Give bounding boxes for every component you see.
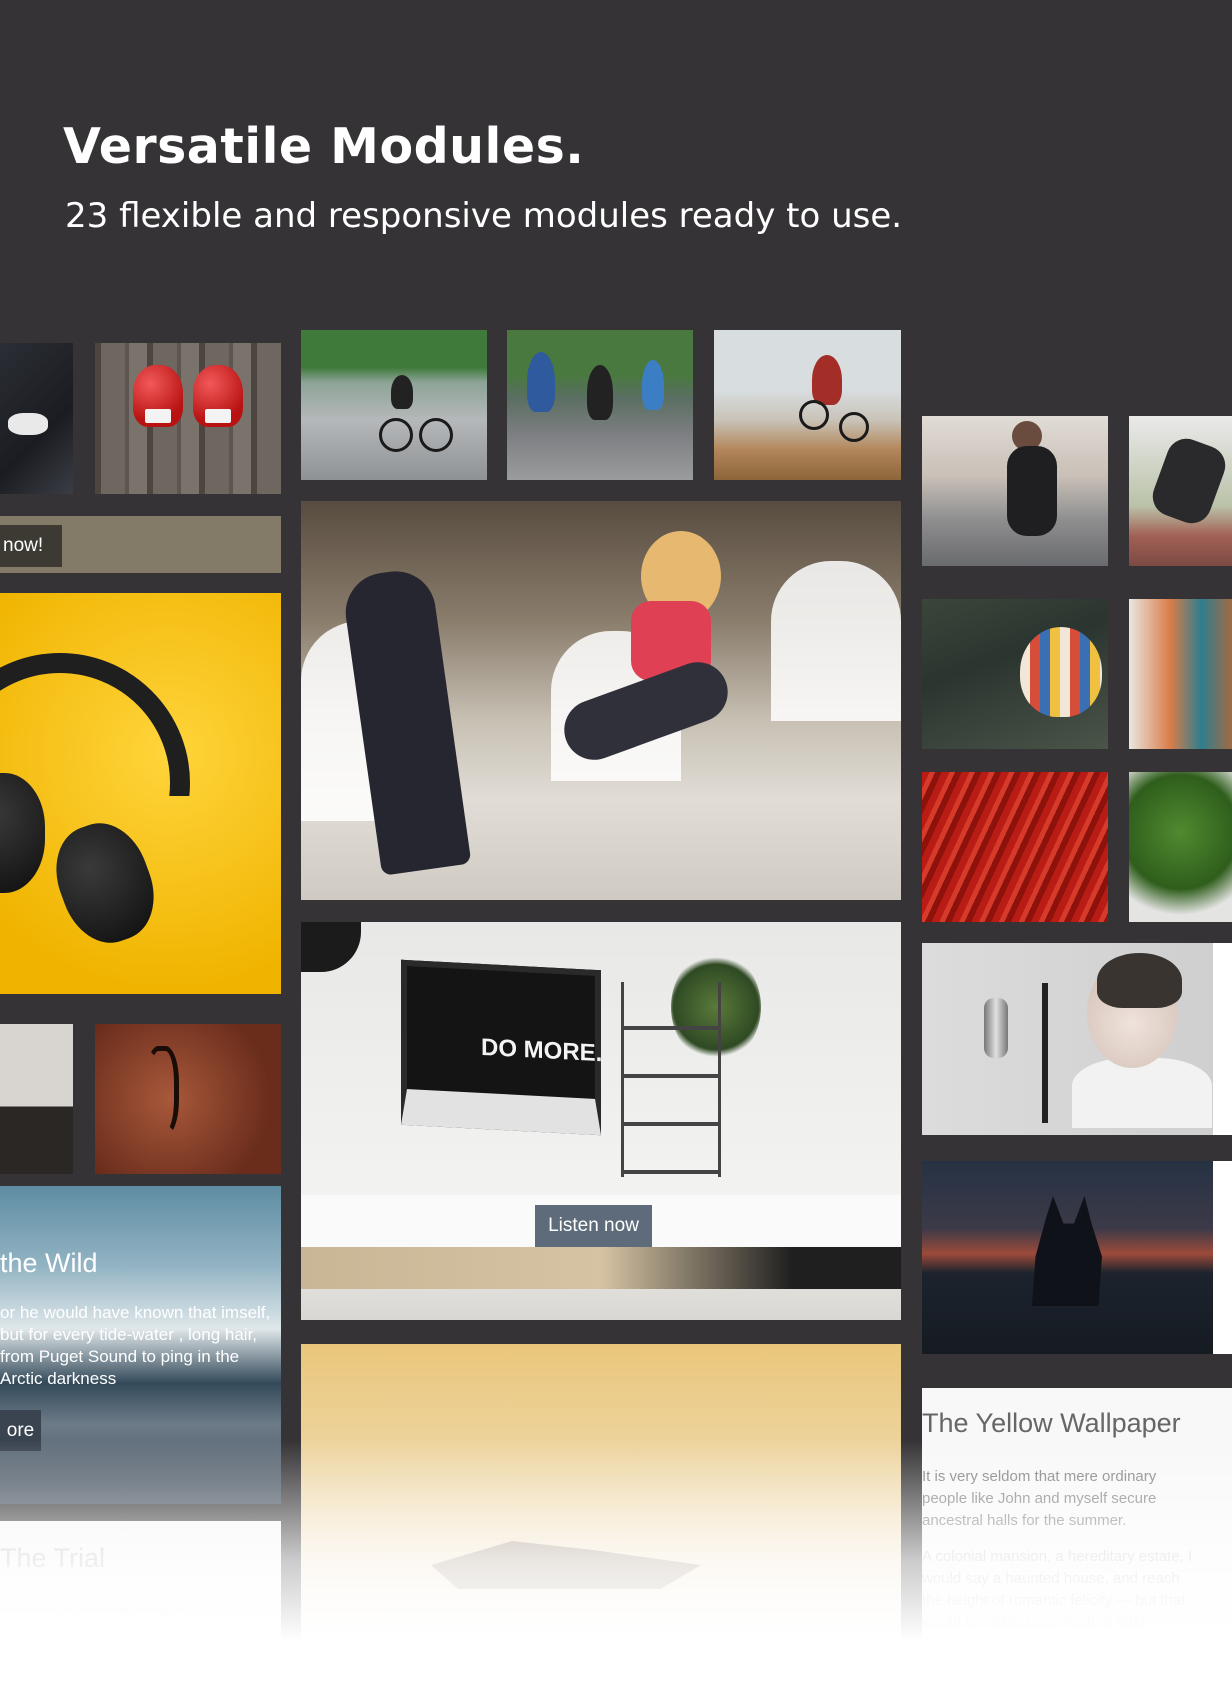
boxing-gloves-photo — [95, 343, 281, 494]
trial-card: The Trial omeone must have been telling … — [0, 1521, 281, 1708]
runner-body — [1007, 446, 1057, 536]
gym-window — [771, 561, 901, 721]
athlete-left — [340, 566, 472, 876]
boxing-glove-right — [193, 365, 243, 427]
boy-shirt — [1072, 1058, 1212, 1128]
card-edge — [1213, 943, 1232, 1135]
mic-stand — [1042, 983, 1048, 1123]
bike-wheel — [799, 400, 829, 430]
card-edge — [1213, 1161, 1232, 1354]
bike-wheel — [419, 418, 453, 452]
read-more-button[interactable]: ore — [0, 1410, 41, 1451]
shipwreck — [431, 1541, 701, 1589]
listen-bar: Listen now — [301, 1195, 901, 1247]
hot-air-balloon — [1020, 627, 1102, 717]
sprinter — [1147, 433, 1231, 529]
bar-shelves-photo — [1129, 599, 1232, 749]
cycling-photo-1 — [301, 330, 487, 480]
monitor-text: DO MORE. — [481, 1033, 603, 1068]
sneakers-photo — [0, 343, 73, 494]
bike-wheel — [839, 412, 869, 442]
boy-hair — [1097, 953, 1182, 1008]
listen-now-button[interactable]: Listen now — [535, 1205, 652, 1247]
desk-lamp — [301, 922, 361, 972]
dog-silhouette — [1032, 1196, 1102, 1306]
shelf — [621, 982, 721, 1177]
cello-photo — [95, 1024, 281, 1174]
mountain-bike-photo — [714, 330, 901, 480]
yellow-wallpaper-card: The Yellow Wallpaper It is very seldom t… — [922, 1388, 1232, 1708]
runner-tying-shoe-photo — [922, 416, 1108, 566]
wild-card: the Wild or he would have known that ims… — [0, 1186, 281, 1504]
page-subtitle: 23 flexible and responsive modules ready… — [65, 196, 903, 236]
desk-surface — [301, 1247, 901, 1289]
runner-start-photo — [1129, 416, 1232, 566]
cyclist — [642, 360, 664, 410]
wild-card-title: the Wild — [0, 1248, 98, 1278]
singing-boy-photo — [922, 943, 1213, 1135]
chili-peppers-photo — [922, 772, 1108, 922]
yellow-card-paragraph-2: A colonial mansion, a hereditary estate,… — [922, 1548, 1193, 1631]
fitness-high-five-photo — [301, 501, 901, 900]
yellow-card-paragraph-1: It is very seldom that mere ordinary peo… — [922, 1468, 1157, 1529]
trial-card-title: The Trial — [0, 1543, 106, 1573]
wild-card-text: or he would have known that imself, but … — [0, 1303, 271, 1388]
shipwreck-sunset-photo — [301, 1344, 901, 1708]
promo-button[interactable]: now! — [0, 525, 62, 567]
headphones-photo — [0, 593, 281, 994]
cyclist — [587, 365, 613, 420]
cycling-photo-2 — [507, 330, 693, 480]
cello-f-hole — [145, 1046, 179, 1136]
headphones-cup-right — [42, 811, 168, 955]
cyclist — [527, 352, 555, 412]
cyclist — [391, 375, 413, 409]
trial-card-text: omeone must have been telling lies — [0, 1603, 189, 1617]
hot-air-balloon-photo — [922, 599, 1108, 749]
boxing-glove-left — [133, 365, 183, 427]
yellow-card-title: The Yellow Wallpaper — [922, 1408, 1181, 1438]
microphone — [984, 998, 1008, 1058]
dog-silhouette-photo — [922, 1161, 1213, 1354]
desk-workspace-card: DO MORE. Listen now — [301, 922, 901, 1320]
promo-bar: now! — [0, 516, 281, 573]
turntable-photo — [0, 1024, 73, 1174]
cilantro-photo — [1129, 772, 1232, 922]
mountain-biker — [812, 355, 842, 405]
page-title: Versatile Modules. — [63, 118, 585, 175]
bike-wheel — [379, 418, 413, 452]
